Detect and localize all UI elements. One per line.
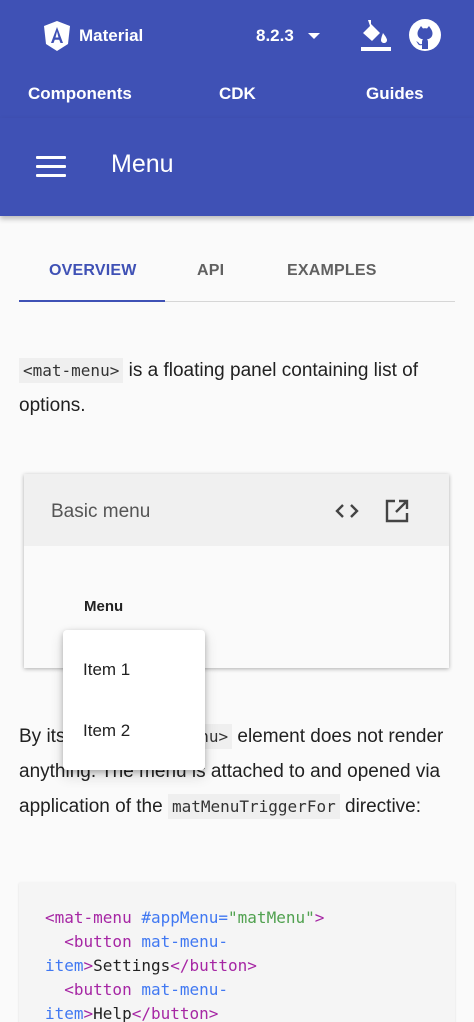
top-toolbar: Material 8.2.3 Components CDK Guides xyxy=(0,0,474,118)
tab-examples[interactable]: EXAMPLES xyxy=(287,262,377,280)
version-label: 8.2.3 xyxy=(256,26,294,45)
chevron-down-icon xyxy=(307,33,320,39)
angular-logo-icon xyxy=(44,21,70,51)
active-tab-indicator xyxy=(19,300,165,302)
doc-tabs: OVERVIEW API EXAMPLES xyxy=(19,242,455,302)
inline-code: <mat-menu> xyxy=(19,358,124,383)
para-text: directive: xyxy=(339,796,422,817)
menu-panel: Item 1 Item 2 xyxy=(63,630,205,770)
page-header: Menu xyxy=(0,118,474,216)
hamburger-menu-icon[interactable] xyxy=(36,156,66,178)
menu-item-1[interactable]: Item 1 xyxy=(63,638,205,699)
format-color-fill-icon[interactable] xyxy=(360,18,392,52)
intro-paragraph: <mat-menu> is a floating panel containin… xyxy=(19,353,459,423)
example-header: Basic menu xyxy=(24,474,449,546)
inline-code: matMenuTriggerFor xyxy=(167,794,340,819)
menu-trigger-button[interactable]: Menu xyxy=(84,598,123,615)
nav-guides[interactable]: Guides xyxy=(366,84,424,104)
example-title: Basic menu xyxy=(51,501,151,522)
nav-components[interactable]: Components xyxy=(28,84,132,104)
github-icon[interactable] xyxy=(408,18,442,52)
page-title: Menu xyxy=(111,150,174,178)
nav-cdk[interactable]: CDK xyxy=(219,84,256,104)
brand-name: Material xyxy=(79,26,144,45)
tab-overview[interactable]: OVERVIEW xyxy=(49,262,137,280)
open-in-new-icon[interactable] xyxy=(385,499,409,523)
version-picker[interactable]: 8.2.3 xyxy=(256,26,320,46)
code-text: <mat-menu #appMenu="matMenu"> <button ma… xyxy=(45,908,325,1022)
code-icon[interactable] xyxy=(334,500,360,522)
code-sample: <mat-menu #appMenu="matMenu"> <button ma… xyxy=(19,882,455,1022)
brand-link[interactable]: Material xyxy=(42,20,143,52)
menu-item-2[interactable]: Item 2 xyxy=(63,699,205,760)
tab-api[interactable]: API xyxy=(197,262,224,280)
